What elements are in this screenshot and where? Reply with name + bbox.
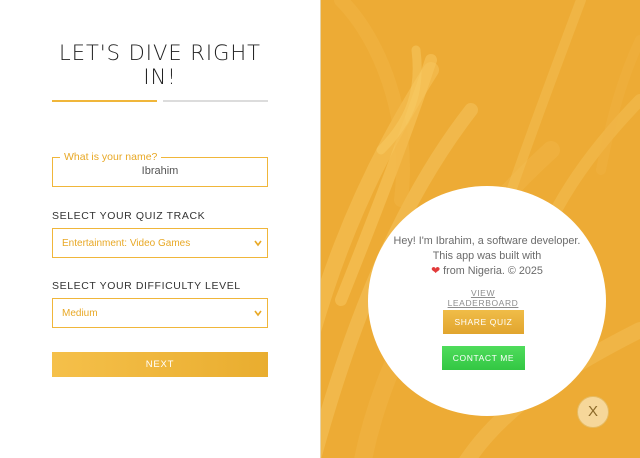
difficulty-label: SELECT YOUR DIFFICULTY LEVEL bbox=[52, 280, 241, 292]
chevron-down-icon bbox=[254, 310, 262, 317]
about-origin: from Nigeria. © 2025 bbox=[443, 265, 543, 277]
quiz-track-value: Entertainment: Video Games bbox=[62, 238, 191, 249]
progress-step-remaining bbox=[163, 100, 268, 102]
quiz-track-label: SELECT YOUR QUIZ TRACK bbox=[52, 210, 206, 222]
name-field-label: What is your name? bbox=[60, 151, 162, 163]
difficulty-value: Medium bbox=[62, 308, 98, 319]
name-input-value[interactable]: Ibrahim bbox=[52, 165, 268, 177]
page-title: LET'S DIVE RIGHT IN! bbox=[59, 41, 261, 89]
difficulty-select[interactable]: Medium bbox=[52, 298, 268, 328]
share-quiz-button[interactable]: SHARE QUIZ bbox=[443, 310, 524, 334]
contact-me-button[interactable]: CONTACT ME bbox=[442, 346, 525, 370]
chevron-down-icon bbox=[254, 240, 262, 247]
close-button[interactable]: X bbox=[577, 396, 609, 428]
next-button[interactable]: NEXT bbox=[52, 352, 268, 377]
view-leaderboard-link[interactable]: VIEW LEADERBOARD bbox=[438, 288, 528, 308]
progress-step-active bbox=[52, 100, 157, 102]
about-intro: Hey! I'm Ibrahim, a software developer. … bbox=[393, 235, 581, 262]
about-text: Hey! I'm Ibrahim, a software developer. … bbox=[392, 234, 582, 279]
quiz-track-select[interactable]: Entertainment: Video Games bbox=[52, 228, 268, 258]
heart-icon: ❤ bbox=[431, 265, 441, 277]
